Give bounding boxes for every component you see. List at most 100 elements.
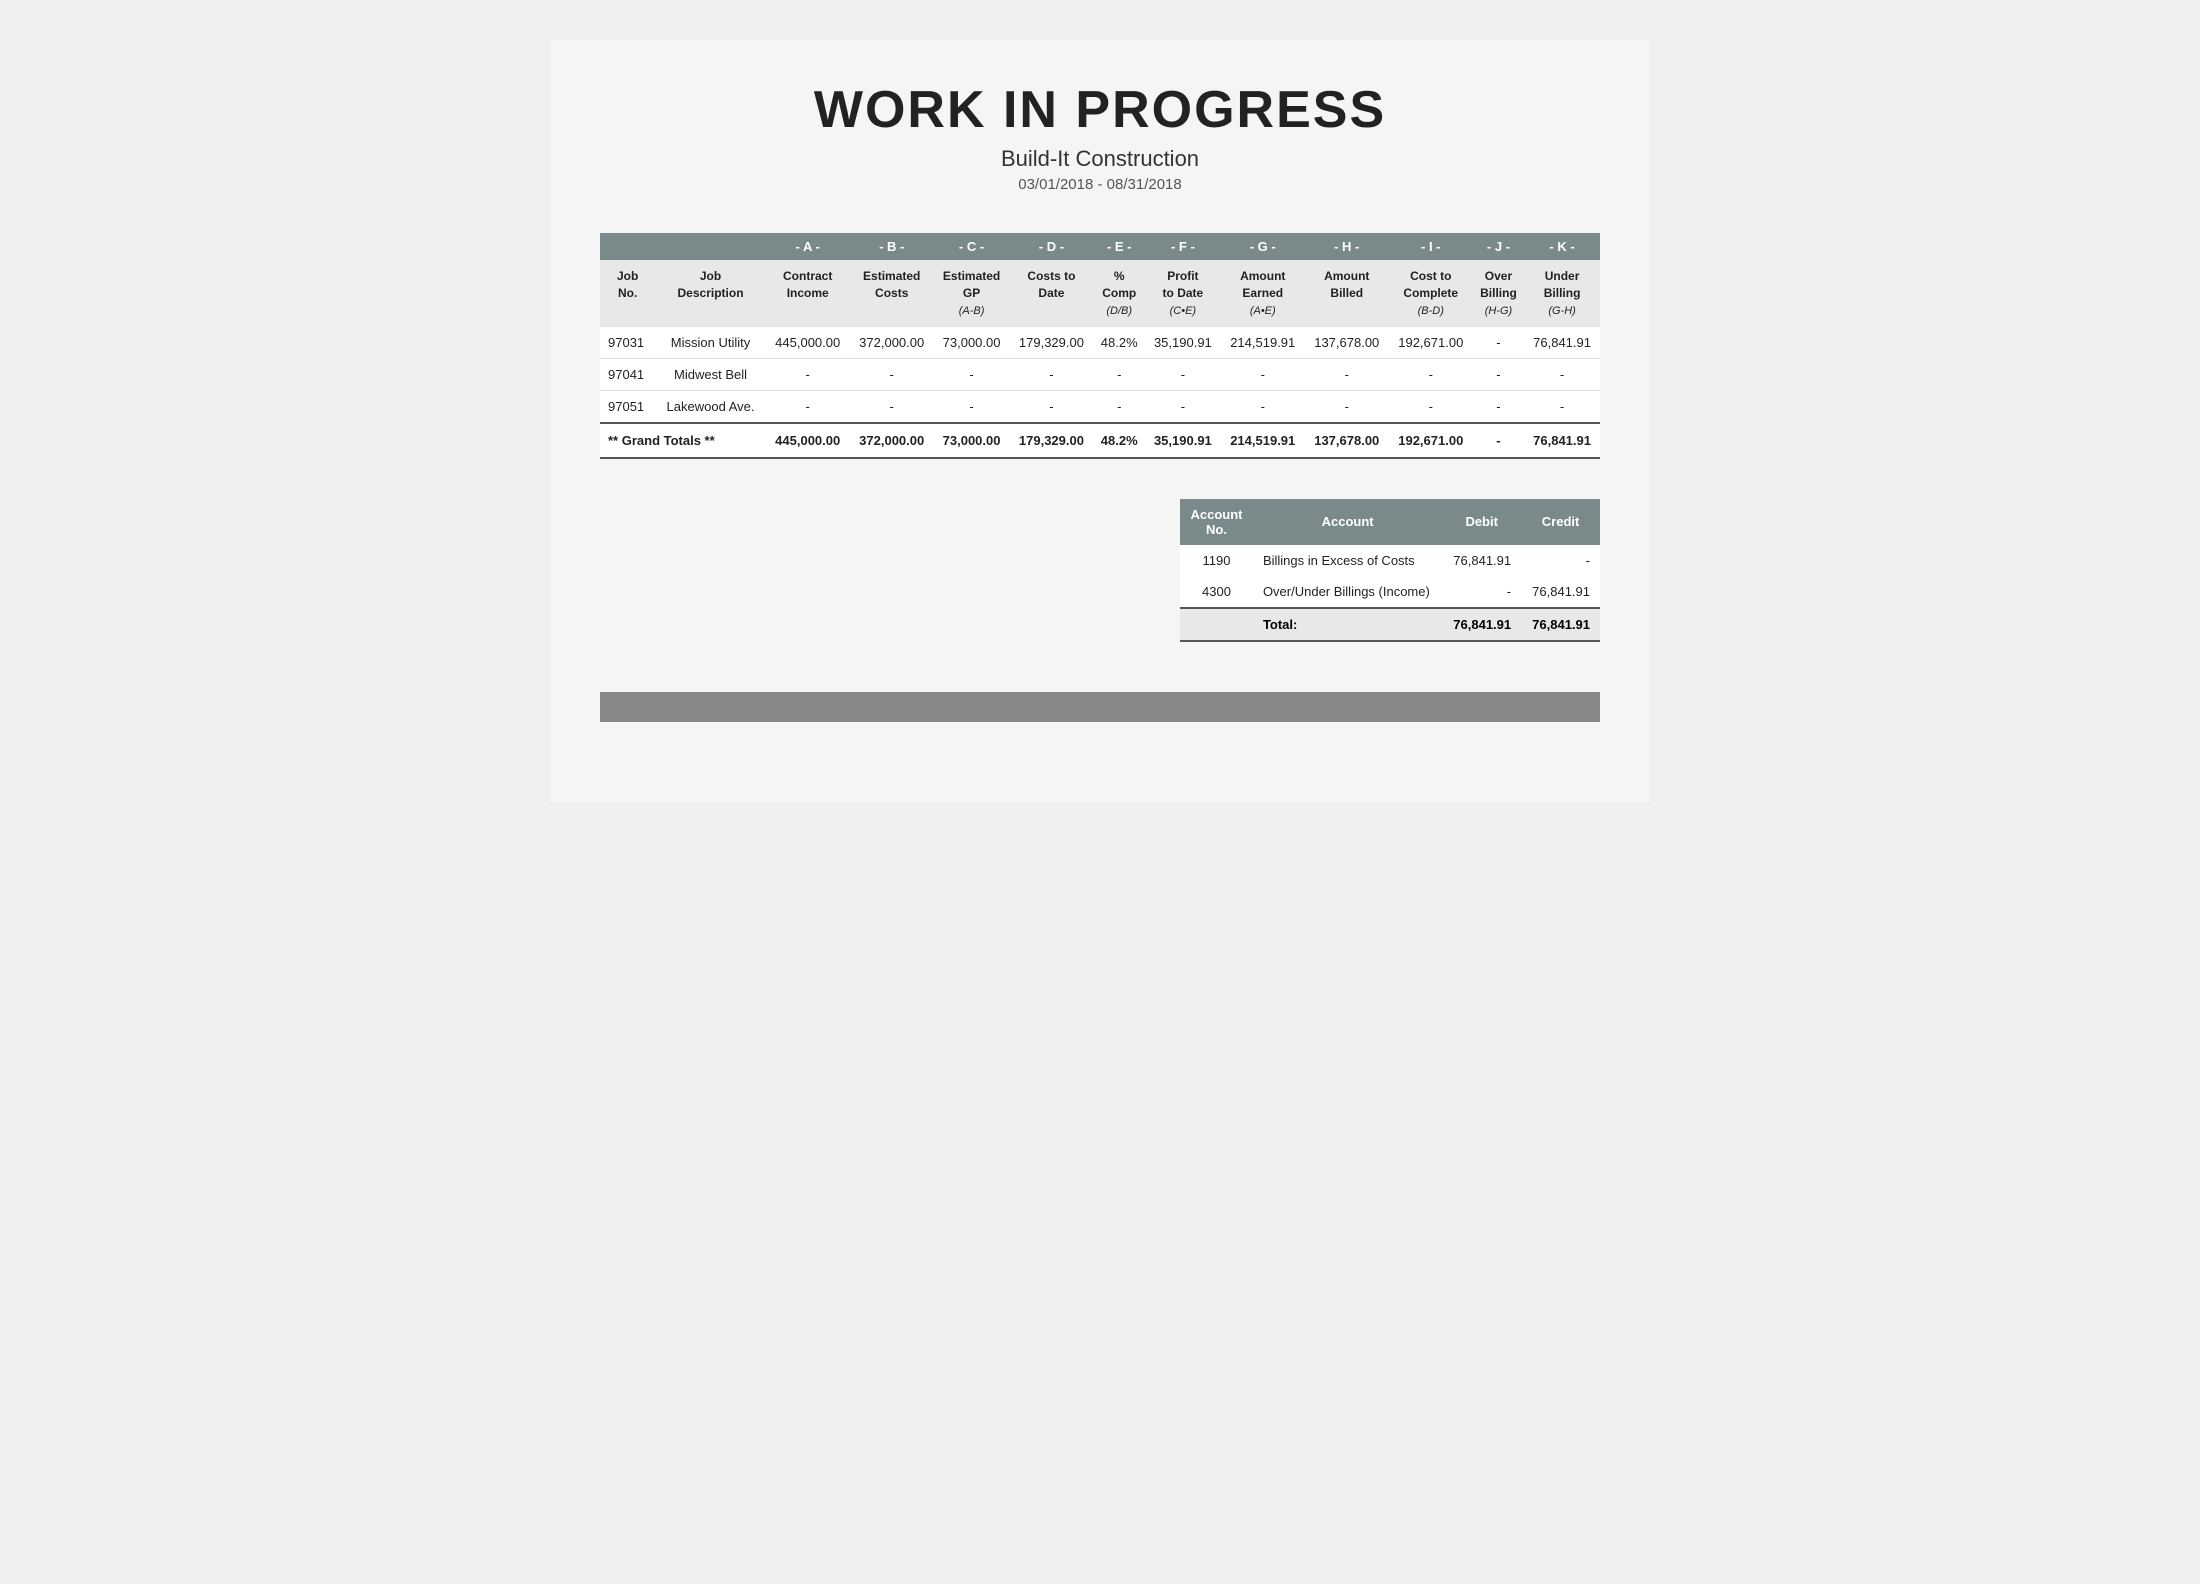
col-job-no-label: JobNo. [600, 260, 655, 327]
amount-billed: - [1305, 390, 1389, 423]
col-amount-earned-label: AmountEarned(A•E) [1221, 260, 1305, 327]
footer-bar [600, 692, 1600, 722]
totals-label: ** Grand Totals ** [600, 423, 766, 458]
job-no: 97031 [600, 327, 655, 359]
job-no: 97051 [600, 390, 655, 423]
acc-debit-header: Debit [1442, 499, 1521, 545]
amount-earned: - [1221, 358, 1305, 390]
account-table: AccountNo. Account Debit Credit 1190 Bil… [1180, 499, 1600, 642]
total-est-gp: 73,000.00 [934, 423, 1010, 458]
est-costs: 372,000.00 [850, 327, 934, 359]
est-gp: - [934, 358, 1010, 390]
account-total-row: Total: 76,841.91 76,841.91 [1180, 608, 1600, 641]
under-billing: 76,841.91 [1524, 327, 1600, 359]
under-billing: - [1524, 390, 1600, 423]
table-row: 97051 Lakewood Ave. - - - - - - - - - - … [600, 390, 1600, 423]
col-c-header: - C - [934, 233, 1010, 260]
table-row: 97031 Mission Utility 445,000.00 372,000… [600, 327, 1600, 359]
col-g-header: - G - [1221, 233, 1305, 260]
col-a-header: - A - [766, 233, 850, 260]
amount-billed: 137,678.00 [1305, 327, 1389, 359]
under-billing: - [1524, 358, 1600, 390]
pct-comp: 48.2% [1093, 327, 1145, 359]
costs-to-date: 179,329.00 [1009, 327, 1093, 359]
col-j-header: - J - [1473, 233, 1524, 260]
total-profit-to-date: 35,190.91 [1145, 423, 1221, 458]
col-over-billing-label: OverBilling(H-G) [1473, 260, 1524, 327]
over-billing: - [1473, 327, 1524, 359]
over-billing: - [1473, 358, 1524, 390]
amount-earned: - [1221, 390, 1305, 423]
total-contract-income: 445,000.00 [766, 423, 850, 458]
col-cost-to-complete-label: Cost toComplete(B-D) [1389, 260, 1473, 327]
total-est-costs: 372,000.00 [850, 423, 934, 458]
total-amount-billed: 137,678.00 [1305, 423, 1389, 458]
acc-name: Over/Under Billings (Income) [1253, 576, 1442, 608]
job-desc: Mission Utility [655, 327, 765, 359]
total-over-billing: - [1473, 423, 1524, 458]
company-name: Build-It Construction [600, 146, 1600, 172]
acc-debit: 76,841.91 [1442, 545, 1521, 576]
acc-total-label: Total: [1253, 608, 1442, 641]
account-header-row: AccountNo. Account Debit Credit [1180, 499, 1600, 545]
total-under-billing: 76,841.91 [1524, 423, 1600, 458]
profit-to-date: 35,190.91 [1145, 327, 1221, 359]
profit-to-date: - [1145, 390, 1221, 423]
col-contract-income-label: ContractIncome [766, 260, 850, 327]
est-gp: - [934, 390, 1010, 423]
col-d-header: - D - [1009, 233, 1093, 260]
acc-total-debit: 76,841.91 [1442, 608, 1521, 641]
cost-to-complete: 192,671.00 [1389, 327, 1473, 359]
profit-to-date: - [1145, 358, 1221, 390]
wip-table: - A - - B - - C - - D - - E - - F - - G … [600, 233, 1600, 459]
col-est-costs-label: EstimatedCosts [850, 260, 934, 327]
col-costs-to-date-label: Costs toDate [1009, 260, 1093, 327]
acc-no-header: AccountNo. [1180, 499, 1253, 545]
account-row: 4300 Over/Under Billings (Income) - 76,8… [1180, 576, 1600, 608]
col-f-header: - F - [1145, 233, 1221, 260]
pct-comp: - [1093, 358, 1145, 390]
contract-income: - [766, 390, 850, 423]
col-i-header: - I - [1389, 233, 1473, 260]
acc-total-blank1 [1180, 608, 1253, 641]
totals-row: ** Grand Totals ** 445,000.00 372,000.00… [600, 423, 1600, 458]
costs-to-date: - [1009, 358, 1093, 390]
acc-no: 1190 [1180, 545, 1253, 576]
date-range: 03/01/2018 - 08/31/2018 [600, 176, 1600, 193]
acc-credit: 76,841.91 [1521, 576, 1600, 608]
col-profit-to-date-label: Profitto Date(C•E) [1145, 260, 1221, 327]
acc-name-header: Account [1253, 499, 1442, 545]
col-label-row: JobNo. JobDescription ContractIncome Est… [600, 260, 1600, 327]
account-section: AccountNo. Account Debit Credit 1190 Bil… [600, 499, 1600, 642]
over-billing: - [1473, 390, 1524, 423]
page: WORK IN PROGRESS Build-It Construction 0… [550, 40, 1650, 802]
total-cost-to-complete: 192,671.00 [1389, 423, 1473, 458]
contract-income: 445,000.00 [766, 327, 850, 359]
total-amount-earned: 214,519.91 [1221, 423, 1305, 458]
amount-earned: 214,519.91 [1221, 327, 1305, 359]
pct-comp: - [1093, 390, 1145, 423]
cost-to-complete: - [1389, 390, 1473, 423]
acc-no: 4300 [1180, 576, 1253, 608]
acc-debit: - [1442, 576, 1521, 608]
costs-to-date: - [1009, 390, 1093, 423]
est-gp: 73,000.00 [934, 327, 1010, 359]
amount-billed: - [1305, 358, 1389, 390]
acc-credit-header: Credit [1521, 499, 1600, 545]
col-letter-header-row: - A - - B - - C - - D - - E - - F - - G … [600, 233, 1600, 260]
col-b-header: - B - [850, 233, 934, 260]
col-k-header: - K - [1524, 233, 1600, 260]
job-desc: Lakewood Ave. [655, 390, 765, 423]
acc-credit: - [1521, 545, 1600, 576]
job-desc: Midwest Bell [655, 358, 765, 390]
col-est-gp-label: EstimatedGP(A-B) [934, 260, 1010, 327]
acc-total-credit: 76,841.91 [1521, 608, 1600, 641]
col-blank-1 [600, 233, 655, 260]
est-costs: - [850, 358, 934, 390]
total-costs-to-date: 179,329.00 [1009, 423, 1093, 458]
col-e-header: - E - [1093, 233, 1145, 260]
col-amount-billed-label: AmountBilled [1305, 260, 1389, 327]
report-title: WORK IN PROGRESS [600, 80, 1600, 140]
cost-to-complete: - [1389, 358, 1473, 390]
total-pct-comp: 48.2% [1093, 423, 1145, 458]
